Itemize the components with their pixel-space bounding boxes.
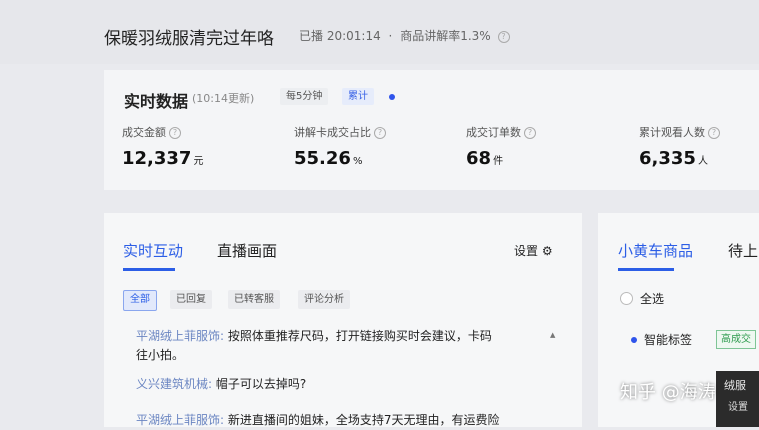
zhihu-watermark: 知乎 @海涛 — [620, 382, 716, 403]
metric-value: 55.26% — [294, 148, 363, 169]
metric-unit: 件 — [493, 156, 504, 167]
comment-item[interactable]: 义兴建筑机械: 帽子可以去掉吗? — [136, 375, 306, 394]
scroll-up-icon[interactable]: ▲ — [550, 331, 555, 339]
cumulative-toggle[interactable]: 累计 — [342, 88, 374, 105]
tab-live-view[interactable]: 直播画面 — [217, 240, 277, 261]
live-meta: 已播 20:01:14 · 商品讲解率1.3% ? — [299, 27, 510, 44]
comment-user: 平湖绒上菲服饰: — [136, 413, 225, 427]
info-icon[interactable]: ? — [524, 127, 536, 139]
live-indicator-dot — [389, 94, 395, 100]
filter-replied[interactable]: 已回复 — [170, 290, 212, 309]
high-conversion-badge: 高成交 — [716, 330, 756, 349]
comment-user: 平湖绒上菲服饰: — [136, 329, 225, 343]
comment-text: 新进直播间的姐妹，全场支持7天无理由，有运费险 — [227, 413, 500, 427]
active-tab-underline — [123, 268, 175, 271]
realtime-data-title: 实时数据 — [124, 92, 189, 111]
settings-label: 设置 — [514, 244, 539, 258]
tab-cart-products[interactable]: 小黄车商品 — [618, 240, 693, 261]
metric-value: 12,337 元 — [122, 148, 204, 169]
filter-all[interactable]: 全部 — [123, 290, 157, 311]
comment-text: 往小拍。 — [136, 348, 185, 362]
info-icon[interactable]: ? — [497, 30, 510, 43]
product-set-button[interactable]: 设置 — [728, 398, 748, 413]
live-duration: 已播 20:01:14 — [299, 29, 381, 43]
metric-value: 68 件 — [466, 148, 504, 169]
select-all-checkbox[interactable] — [620, 292, 633, 305]
info-icon[interactable]: ? — [374, 127, 386, 139]
smart-tag-label: 智能标签 — [644, 333, 693, 347]
metric-unit: 元 — [193, 156, 204, 167]
realtime-data-card: 实时数据 (10:14更新) 每5分钟 累计 成交金额? 12,337 元 讲解卡… — [104, 70, 759, 190]
filter-comment-analysis[interactable]: 评论分析 — [298, 290, 350, 309]
active-tab-underline — [618, 268, 674, 271]
explain-rate: 商品讲解率1.3% — [400, 29, 491, 43]
comment-user: 义兴建筑机械: — [136, 377, 213, 391]
metric-label: 讲解卡成交占比? — [294, 124, 386, 140]
product-title: 绒服 — [724, 379, 746, 392]
metric-orders: 成交订单数? 68 件 — [466, 124, 536, 169]
update-time: (10:14更新) — [192, 92, 255, 105]
metric-card-ratio: 讲解卡成交占比? 55.26% — [294, 124, 386, 169]
metric-gmv: 成交金额? 12,337 元 — [122, 124, 203, 169]
every-5min-toggle[interactable]: 每5分钟 — [280, 88, 329, 105]
metric-label: 累计观看人数? — [639, 124, 720, 140]
metric-unit: 人 — [697, 156, 708, 167]
interaction-panel: 实时互动 直播画面 设置 ⚙ 全部 已回复 已转客服 评论分析 平湖绒上菲服饰:… — [104, 213, 582, 427]
filter-transferred[interactable]: 已转客服 — [228, 290, 280, 309]
select-all-label: 全选 — [640, 292, 665, 306]
info-icon[interactable]: ? — [169, 127, 181, 139]
settings-button[interactable]: 设置 ⚙ — [514, 242, 553, 259]
metric-label: 成交金额? — [122, 124, 203, 140]
meta-separator: · — [388, 29, 393, 43]
metric-viewers: 累计观看人数? 6,335 人 — [639, 124, 720, 169]
metric-label: 成交订单数? — [466, 124, 536, 140]
comment-item[interactable]: 平湖绒上菲服饰: 按照体重推荐尺码，打开链接购买时会建议，卡码 往小拍。 — [136, 327, 492, 365]
gear-icon: ⚙ — [541, 244, 553, 258]
smart-tag-radio[interactable] — [631, 337, 637, 343]
comment-item[interactable]: 平湖绒上菲服饰: 新进直播间的姐妹，全场支持7天无理由，有运费险 — [136, 411, 500, 430]
metric-value: 6,335 人 — [639, 148, 708, 169]
metric-unit: % — [352, 156, 363, 167]
live-room-title: 保暖羽绒服清完过年咯 — [104, 29, 274, 49]
comment-text: 帽子可以去掉吗? — [215, 377, 307, 391]
tab-realtime-interaction[interactable]: 实时互动 — [123, 240, 183, 261]
live-header: 保暖羽绒服清完过年咯 已播 20:01:14 · 商品讲解率1.3% ? — [0, 0, 759, 64]
info-icon[interactable]: ? — [708, 127, 720, 139]
comment-text: 按照体重推荐尺码，打开链接购买时会建议，卡码 — [227, 329, 492, 343]
tab-pending[interactable]: 待上 — [728, 240, 758, 261]
